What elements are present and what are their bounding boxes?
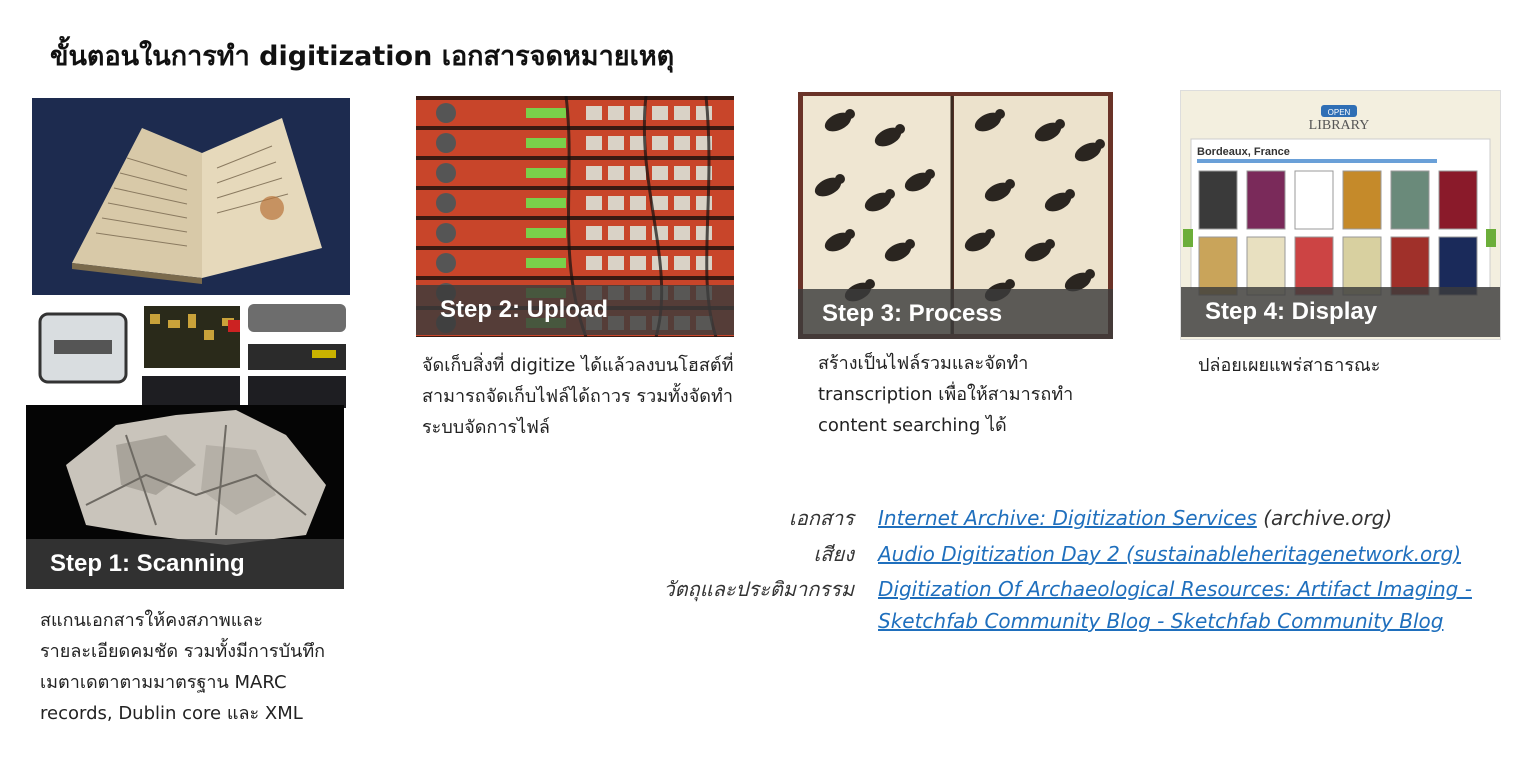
desc-line: รายละเอียดคมชัด รวมทั้งมีการบันทึก [40,641,326,662]
page-title: ขั้นตอนในการทำ digitization เอกสารจดหมาย… [50,41,675,72]
sketchfab-link[interactable]: Digitization Of Archaeological Resources… [878,573,1472,605]
step3-description: สร้างเป็นไฟล์รวมและจัดทำ transcription เ… [818,348,1073,441]
reference-row-documents: เอกสาร Internet Archive: Digitization Se… [640,502,1472,534]
step2-description: จัดเก็บสิ่งที่ digitize ได้แล้วลงบนโฮสต์… [422,350,733,443]
desc-line: จัดเก็บสิ่งที่ digitize ได้แล้วลงบนโฮสต์… [422,355,734,376]
desc-line: ระบบจัดการไฟล์ [422,417,550,438]
reference-row-objects: วัตถุและประติมากรรม Digitization Of Arch… [640,573,1472,637]
step2-caption: Step 2: Upload [416,285,734,335]
desc-line: content searching ได้ [818,415,1007,436]
step4-caption: Step 4: Display [1181,287,1500,337]
desc-line: สร้างเป็นไฟล์รวมและจัดทำ [818,353,1029,374]
reference-row-audio: เสียง Audio Digitization Day 2 (sustaina… [640,538,1472,570]
step2-server-photo: Step 2: Upload [416,96,734,337]
archive-org-link[interactable]: Internet Archive: Digitization Services [878,506,1257,530]
desc-line: records, Dublin core และ XML [40,703,303,724]
reference-label: เสียง [813,542,854,566]
step1-description: สแกนเอกสารให้คงสภาพและ รายละเอียดคมชัด ร… [40,605,325,729]
references: เอกสาร Internet Archive: Digitization Se… [640,502,1472,637]
desc-line: สามารถจัดเก็บไฟล์ได้ถาวร รวมทั้งจัดทำ [422,386,733,407]
open-book-image [32,98,350,295]
step3-book-photo: Step 3: Process [798,92,1113,339]
reference-label: เอกสาร [788,506,854,530]
reference-source: (archive.org) [1256,506,1393,530]
desc-line: ปล่อยเผยแพร่สาธารณะ [1198,355,1381,376]
step4-website-photo: OPEN LIBRARY Bordeaux, France Step 4: Di… [1180,90,1501,340]
desc-line: เมตาเดตาตามมาตรฐาน MARC [40,672,287,693]
step3-caption: Step 3: Process [798,289,1113,339]
step1-devices-photo [38,300,350,408]
library-logo-top: OPEN [1328,108,1351,117]
reference-label: วัตถุและประติมากรรม [663,577,854,601]
step1-scan-photo: Step 1: Scanning [26,405,344,589]
step1-caption: Step 1: Scanning [26,539,344,589]
library-logo: LIBRARY [1309,118,1370,133]
audio-devices-image [38,304,346,408]
step1-book-photo [32,98,350,295]
desc-line: transcription เพื่อให้สามารถทำ [818,384,1074,405]
sketchfab-link-continued[interactable]: Sketchfab Community Blog - Sketchfab Com… [878,605,1472,637]
step4-description: ปล่อยเผยแพร่สาธารณะ [1198,350,1380,381]
audio-digitization-link[interactable]: Audio Digitization Day 2 (sustainableher… [878,542,1461,566]
library-heading: Bordeaux, France [1197,146,1290,158]
desc-line: สแกนเอกสารให้คงสภาพและ [40,610,264,631]
